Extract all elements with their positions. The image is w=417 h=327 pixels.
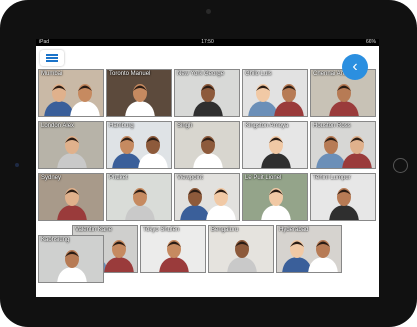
status-time: 17:50 xyxy=(201,39,214,45)
person-photo xyxy=(282,240,338,272)
photo-tile[interactable]: Ghilo Luis xyxy=(242,69,308,117)
photo-tile[interactable]: London Alex xyxy=(38,121,104,169)
tile-label: Le Puit Lionel xyxy=(245,175,282,181)
photo-tile[interactable]: Houston Ross xyxy=(310,121,376,169)
person-photo xyxy=(261,136,291,168)
front-camera xyxy=(206,9,211,14)
person-photo xyxy=(112,136,168,168)
photo-tile[interactable]: Viewpoint xyxy=(174,173,240,221)
back-button[interactable]: ‹ xyxy=(342,54,368,80)
person-photo xyxy=(125,188,155,220)
status-bar: iPad 17:50 66% xyxy=(36,39,379,46)
ipad-frame: iPad 17:50 66% ‹ Mumbai Toronto Manuel New… xyxy=(0,0,417,327)
photo-tile[interactable]: Sydney xyxy=(38,173,104,221)
person-photo xyxy=(44,84,100,116)
home-button[interactable] xyxy=(393,158,408,173)
photo-tile[interactable]: Tehini Lumpur xyxy=(310,173,376,221)
person-photo xyxy=(57,136,87,168)
tile-label: London Alex xyxy=(41,123,75,129)
tile-label: Ghilo Luis xyxy=(245,71,272,77)
photo-tile[interactable]: Tokyo Shufen xyxy=(140,225,206,273)
app-screen: iPad 17:50 66% ‹ Mumbai Toronto Manuel New… xyxy=(36,39,379,297)
person-photo xyxy=(329,84,359,116)
side-sensor xyxy=(15,163,19,167)
person-photo xyxy=(329,188,359,220)
photo-tile[interactable]: Hamburg xyxy=(106,121,172,169)
photo-tile[interactable]: New York George xyxy=(174,69,240,117)
hamburger-icon xyxy=(46,57,58,59)
person-photo xyxy=(316,136,372,168)
hamburger-icon xyxy=(46,54,58,56)
photo-tile[interactable]: Bengaluru xyxy=(208,225,274,273)
photo-tile[interactable]: Mumbai xyxy=(38,69,104,117)
person-photo xyxy=(193,84,223,116)
tile-label: Bengaluru xyxy=(211,227,239,233)
photo-tile[interactable]: Phuket xyxy=(106,173,172,221)
photo-tile[interactable]: Chennai Anita xyxy=(310,69,376,117)
tile-label: Sydney xyxy=(41,175,62,181)
tile-label: Hamburg xyxy=(109,123,134,129)
photo-tile[interactable]: Singh xyxy=(174,121,240,169)
person-photo xyxy=(159,240,189,272)
tile-label: Phuket xyxy=(109,175,128,181)
photo-tile[interactable]: Hyderabad xyxy=(276,225,342,273)
menu-button[interactable] xyxy=(40,50,64,66)
photo-tile[interactable]: Kingston Amoya xyxy=(242,121,308,169)
battery-level: 66% xyxy=(365,39,376,45)
person-photo xyxy=(193,136,223,168)
tile-label: Toronto Manuel xyxy=(109,71,151,77)
tile-label: Kingston Amoya xyxy=(245,123,289,129)
tile-label: Viewpoint xyxy=(177,175,203,181)
person-photo xyxy=(125,84,155,116)
chevron-left-icon: ‹ xyxy=(352,58,358,75)
person-photo xyxy=(57,188,87,220)
person-photo xyxy=(248,84,304,116)
person-photo xyxy=(180,188,236,220)
hamburger-icon xyxy=(46,60,58,62)
tile-label: Houston Ross xyxy=(313,123,351,129)
photo-tile[interactable]: Le Puit Lionel xyxy=(242,173,308,221)
tile-label: Tehini Lumpur xyxy=(313,175,351,181)
tile-label: Tokyo Shufen xyxy=(143,227,180,233)
photo-tile[interactable]: Kaohsiung xyxy=(38,235,104,283)
photo-tile[interactable]: Toronto Manuel xyxy=(106,69,172,117)
person-photo xyxy=(227,240,257,272)
person-photo xyxy=(261,188,291,220)
tile-label: Kaohsiung xyxy=(41,237,70,243)
tile-label: New York George xyxy=(177,71,225,77)
tile-label: Singh xyxy=(177,123,193,129)
tile-label: Mumbai xyxy=(41,71,63,77)
tile-label: Hyderabad xyxy=(279,227,309,233)
tile-label: Valentin Kane xyxy=(75,227,112,233)
person-photo xyxy=(57,250,87,282)
